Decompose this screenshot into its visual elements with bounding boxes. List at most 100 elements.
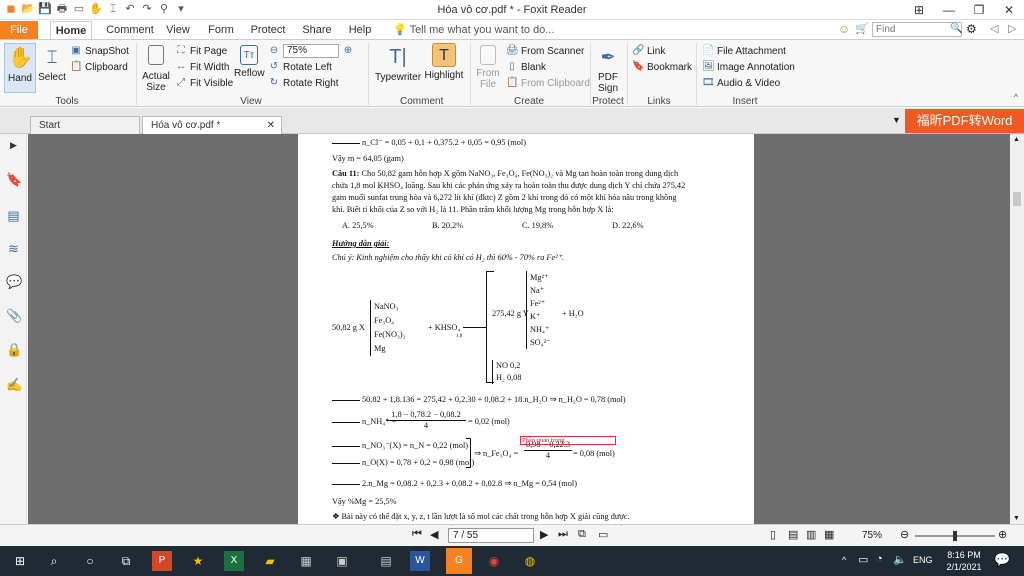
- cortana-icon[interactable]: ○: [80, 551, 100, 571]
- clock[interactable]: 8:16 PM 2/1/2021: [944, 549, 984, 573]
- signature-panel-icon[interactable]: ✍: [6, 377, 22, 392]
- search-taskbar-icon[interactable]: ⌕: [44, 551, 64, 571]
- attachments-panel-icon[interactable]: 📎: [6, 308, 22, 323]
- typewriter-button[interactable]: T| Typewriter: [374, 45, 422, 83]
- tray-up-icon[interactable]: ^: [842, 555, 846, 565]
- settings-icon[interactable]: ⚙: [966, 22, 977, 36]
- tab-view[interactable]: View: [160, 21, 196, 39]
- tab-start[interactable]: Start: [30, 116, 140, 134]
- network-icon[interactable]: ▭: [858, 553, 868, 566]
- link-button[interactable]: 🔗 Link: [632, 43, 692, 59]
- pdf-sign-button[interactable]: ✒ PDF Sign: [594, 45, 622, 94]
- nav-back-icon[interactable]: ◁: [990, 22, 998, 35]
- tab-protect[interactable]: Protect: [246, 21, 290, 39]
- app-grid-icon[interactable]: ▦: [296, 551, 316, 571]
- nav-forward-icon[interactable]: ▷: [1008, 22, 1016, 35]
- scroll-down-icon[interactable]: ▼: [1013, 515, 1020, 522]
- actual-size-button[interactable]: Actual Size: [141, 45, 171, 93]
- bookmarks-panel-icon[interactable]: 🔖: [6, 172, 22, 187]
- blank-button[interactable]: ▯ Blank: [506, 59, 590, 75]
- ribbon-display-icon[interactable]: ⊞: [904, 0, 934, 20]
- previous-page-icon[interactable]: ◀: [430, 528, 438, 541]
- audio-video-button[interactable]: 🎞 Audio & Video: [702, 75, 795, 91]
- vertical-scrollbar[interactable]: ▲ ▼: [1010, 134, 1024, 524]
- zoom-in-status-icon[interactable]: ⊕: [998, 528, 1007, 541]
- tab-comment[interactable]: Comment: [104, 21, 156, 39]
- zoom-slider-thumb[interactable]: [953, 531, 957, 541]
- search-icon[interactable]: 🔍: [950, 23, 962, 34]
- close-tab-icon[interactable]: ✕: [267, 117, 275, 135]
- pages-panel-icon[interactable]: ▤: [6, 208, 21, 223]
- tab-file[interactable]: File: [0, 21, 38, 39]
- convert-banner[interactable]: 福昕PDF转Word: [905, 109, 1024, 133]
- continuous-icon[interactable]: ▤: [788, 528, 798, 541]
- single-page-icon[interactable]: ▯: [770, 528, 776, 541]
- word-icon[interactable]: W: [410, 551, 430, 571]
- chrome-icon[interactable]: ◉: [484, 551, 504, 571]
- from-scanner-button[interactable]: 🖨 From Scanner: [506, 43, 590, 59]
- fit-width-button[interactable]: ↔ Fit Width: [175, 59, 233, 75]
- scroll-up-icon[interactable]: ▲: [1013, 136, 1020, 143]
- zoom-in-icon[interactable]: ⊕: [342, 45, 354, 57]
- volume-icon[interactable]: 🔈: [893, 553, 907, 566]
- app-star-icon[interactable]: ★: [188, 551, 208, 571]
- powerpoint-icon[interactable]: P: [152, 551, 172, 571]
- rotate-left-button[interactable]: ↺ Rotate Left: [268, 59, 354, 75]
- fit-visible-button[interactable]: ⤢ Fit Visible: [175, 75, 233, 91]
- page-view-icon[interactable]: ▭: [598, 528, 608, 541]
- tab-form[interactable]: Form: [204, 21, 238, 39]
- excel-icon[interactable]: X: [224, 551, 244, 571]
- rotate-right-button[interactable]: ↻ Rotate Right: [268, 75, 354, 91]
- clipboard-button[interactable]: 📋 Clipboard: [70, 59, 129, 75]
- page-number-input[interactable]: 7 / 55: [448, 528, 534, 543]
- collapse-ribbon-icon[interactable]: ^: [1014, 92, 1018, 102]
- app-circle-icon[interactable]: ◍: [520, 551, 540, 571]
- zoom-out-icon[interactable]: ⊖: [268, 45, 280, 57]
- zoom-level[interactable]: 75%: [862, 530, 882, 541]
- restore-button[interactable]: ❐: [964, 0, 994, 20]
- first-page-icon[interactable]: ⏮: [412, 528, 422, 541]
- last-page-icon[interactable]: ⏭: [558, 528, 568, 541]
- from-clipboard-button[interactable]: 📋 From Clipboard: [506, 75, 590, 91]
- security-panel-icon[interactable]: 🔒: [6, 342, 22, 357]
- app-window-icon[interactable]: ▣: [332, 551, 352, 571]
- from-file-button[interactable]: From File: [474, 45, 502, 90]
- find-input[interactable]: Find: [872, 22, 962, 37]
- store-icon[interactable]: ▤: [376, 551, 396, 571]
- zoom-select[interactable]: 75%: [283, 44, 339, 58]
- wifi-icon[interactable]: ◔: [876, 553, 883, 565]
- cover-icon[interactable]: ▦: [824, 528, 834, 541]
- facing-icon[interactable]: ▥: [806, 528, 816, 541]
- image-annotation-button[interactable]: 🖼 Image Annotation: [702, 59, 795, 75]
- tab-help[interactable]: Help: [344, 21, 376, 39]
- zoom-slider[interactable]: [915, 531, 995, 541]
- cart-icon[interactable]: 🛒: [855, 22, 869, 35]
- tab-share[interactable]: Share: [298, 21, 336, 39]
- task-view-icon[interactable]: ⧉: [116, 551, 136, 571]
- notification-icon[interactable]: 💬: [994, 552, 1010, 568]
- tab-list-icon[interactable]: ▼: [892, 115, 901, 125]
- comments-panel-icon[interactable]: 💬: [6, 274, 22, 289]
- file-attachment-button[interactable]: 📄 File Attachment: [702, 43, 795, 59]
- reflow-button[interactable]: Tт Reflow: [234, 45, 265, 79]
- next-page-icon[interactable]: ▶: [540, 528, 548, 541]
- language-indicator[interactable]: ENG: [913, 555, 933, 565]
- tab-document[interactable]: Hóa vô cơ.pdf * ✕: [142, 116, 282, 134]
- foxit-taskbar-icon[interactable]: G: [446, 548, 472, 574]
- bookmark-button[interactable]: 🔖 Bookmark: [632, 59, 692, 75]
- minimize-button[interactable]: —: [934, 0, 964, 20]
- close-button[interactable]: ✕: [994, 0, 1024, 20]
- fit-page-button[interactable]: ⛶ Fit Page: [175, 43, 233, 59]
- tell-me-box[interactable]: 💡 Tell me what you want to do...: [393, 23, 554, 36]
- snapshot-button[interactable]: ▣ SnapShot: [70, 43, 129, 59]
- file-explorer-icon[interactable]: ▰: [260, 551, 280, 571]
- hand-button[interactable]: ✋ Hand: [4, 43, 36, 93]
- annotation-box[interactable]: Phần quan trọng: [520, 436, 616, 445]
- smiley-icon[interactable]: ☺: [838, 22, 850, 36]
- layers-panel-icon[interactable]: ≋: [6, 241, 21, 256]
- expand-pane-icon[interactable]: ▶: [6, 138, 21, 153]
- windows-start-icon[interactable]: ⊞: [10, 551, 30, 571]
- zoom-out-status-icon[interactable]: ⊖: [900, 528, 909, 541]
- two-page-icon[interactable]: ⧉: [578, 528, 586, 541]
- scroll-thumb[interactable]: [1013, 192, 1021, 206]
